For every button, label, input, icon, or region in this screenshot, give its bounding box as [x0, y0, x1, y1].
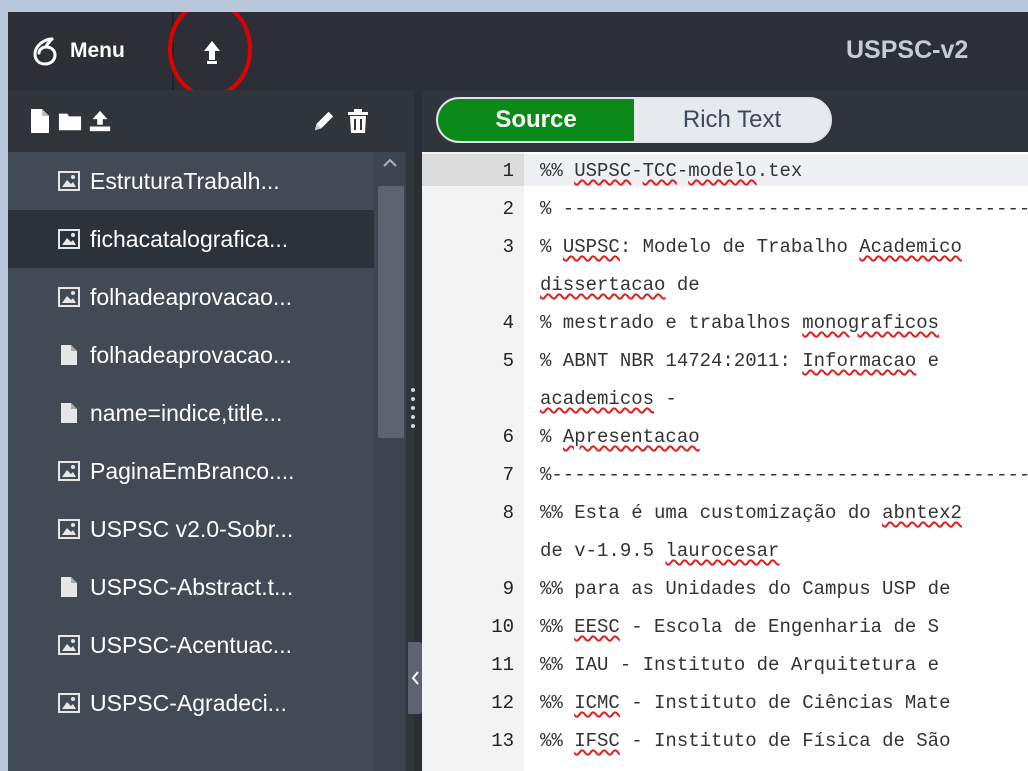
- line-number: 5: [502, 350, 514, 372]
- file-icon: [61, 403, 77, 423]
- file-item[interactable]: PaginaEmBranco....: [8, 442, 374, 500]
- code-line[interactable]: % mestrado e trabalhos monograficos: [540, 312, 939, 334]
- file-name: USPSC-Agradeci...: [90, 689, 287, 716]
- line-number: 13: [491, 730, 514, 752]
- editor-mode-toggle[interactable]: Source Rich Text: [436, 97, 832, 143]
- line-number: 10: [491, 616, 514, 638]
- project-title: USPSC-v2: [846, 36, 969, 64]
- line-number: 11: [491, 654, 514, 676]
- file-name: EstruturaTrabalh...: [90, 167, 280, 194]
- code-line[interactable]: %% EESC - Escola de Engenharia de S: [540, 616, 939, 638]
- code-line[interactable]: % --------------------------------------…: [540, 198, 1028, 220]
- menu-label: Menu: [70, 39, 125, 62]
- file-item[interactable]: folhadeaprovacao...: [8, 326, 374, 384]
- code-line[interactable]: %% USPSC-TCC-modelo.tex: [540, 160, 802, 182]
- line-number: 1: [502, 160, 514, 182]
- scrollbar-thumb[interactable]: [378, 186, 404, 438]
- code-line[interactable]: %% IFSC - Instituto de Física de São: [540, 730, 950, 752]
- line-number: 6: [502, 426, 514, 448]
- file-name: PaginaEmBranco....: [90, 457, 295, 484]
- code-line[interactable]: % USPSC: Modelo de Trabalho Academico: [540, 236, 962, 258]
- line-number: 8: [502, 502, 514, 524]
- line-number: 2: [502, 198, 514, 220]
- resize-grip-icon[interactable]: [411, 386, 415, 430]
- file-item[interactable]: USPSC v2.0-Sobr...: [8, 500, 374, 558]
- delete-trash-icon[interactable]: [346, 108, 370, 134]
- image-file-icon: [58, 287, 80, 307]
- scroll-up-icon[interactable]: [380, 156, 400, 170]
- file-tree-toolbar: [8, 90, 414, 152]
- image-file-icon: [58, 519, 80, 539]
- code-line[interactable]: %% ICMC - Instituto de Ciências Mate: [540, 692, 950, 714]
- code-line[interactable]: %% para as Unidades do Campus USP de: [540, 578, 950, 600]
- file-icon: [61, 577, 77, 597]
- file-list-scrollbar[interactable]: [374, 152, 406, 771]
- file-tree-panel: EstruturaTrabalh... fichacatalografica..…: [8, 90, 422, 771]
- code-line-wrap[interactable]: academicos -: [540, 388, 677, 410]
- new-file-icon[interactable]: [28, 108, 52, 134]
- file-name: USPSC-Abstract.t...: [90, 573, 294, 600]
- source-mode-button[interactable]: Source: [438, 99, 634, 141]
- upload-icon[interactable]: [88, 108, 112, 134]
- code-line-wrap[interactable]: de v-1.9.5 laurocesar: [540, 540, 779, 562]
- file-icon: [61, 345, 77, 365]
- line-number: 3: [502, 236, 514, 258]
- app-window: Menu USPSC-v2 EstruturaTrabalh... fichac…: [8, 12, 1028, 771]
- line-number: 4: [502, 312, 514, 334]
- rich-text-mode-button[interactable]: Rich Text: [634, 99, 830, 141]
- image-file-icon: [58, 635, 80, 655]
- file-item[interactable]: name=indice,title...: [8, 384, 374, 442]
- chevron-left-icon: [411, 671, 419, 685]
- editor-toolbar: Source Rich Text: [422, 90, 1028, 152]
- line-number: 9: [502, 578, 514, 600]
- file-item[interactable]: EstruturaTrabalh...: [8, 152, 374, 210]
- file-list: EstruturaTrabalh... fichacatalografica..…: [8, 152, 374, 771]
- code-line[interactable]: % ABNT NBR 14724:2011: Informacao e: [540, 350, 939, 372]
- file-name: folhadeaprovacao...: [90, 341, 293, 368]
- code-editor[interactable]: 1 %% USPSC-TCC-modelo.tex 2 % ----------…: [422, 152, 1028, 771]
- file-item-selected[interactable]: fichacatalografica...: [8, 210, 374, 268]
- file-item[interactable]: USPSC-Abstract.t...: [8, 558, 374, 616]
- file-item[interactable]: folhadeaprovacao...: [8, 268, 374, 326]
- file-item[interactable]: USPSC-Agradeci...: [8, 674, 374, 732]
- code-line[interactable]: %% Esta é uma customização do abntex2: [540, 502, 962, 524]
- image-file-icon: [58, 461, 80, 481]
- image-file-icon: [58, 229, 80, 249]
- file-name: folhadeaprovacao...: [90, 283, 293, 310]
- overleaf-logo-icon: [33, 37, 57, 66]
- file-name: fichacatalografica...: [90, 225, 289, 252]
- new-folder-icon[interactable]: [58, 108, 82, 134]
- code-line-wrap[interactable]: dissertacao de: [540, 274, 700, 296]
- line-number: 12: [491, 692, 514, 714]
- rename-pencil-icon[interactable]: [312, 108, 336, 134]
- image-file-icon: [58, 693, 80, 713]
- menu-button[interactable]: Menu: [30, 34, 125, 68]
- file-name: name=indice,title...: [90, 399, 283, 426]
- file-name: USPSC-Acentuac...: [90, 631, 292, 658]
- line-number: 7: [502, 464, 514, 486]
- annotation-circle: [168, 12, 252, 98]
- collapse-sidebar-button[interactable]: [408, 642, 422, 714]
- code-line[interactable]: %---------------------------------------…: [540, 464, 1028, 486]
- file-name: USPSC v2.0-Sobr...: [90, 515, 294, 542]
- top-bar: Menu USPSC-v2: [8, 12, 1028, 98]
- code-line[interactable]: % Apresentacao: [540, 426, 700, 448]
- code-line[interactable]: %% IAU - Instituto de Arquitetura e: [540, 654, 939, 676]
- file-item[interactable]: USPSC-Acentuac...: [8, 616, 374, 674]
- image-file-icon: [58, 171, 80, 191]
